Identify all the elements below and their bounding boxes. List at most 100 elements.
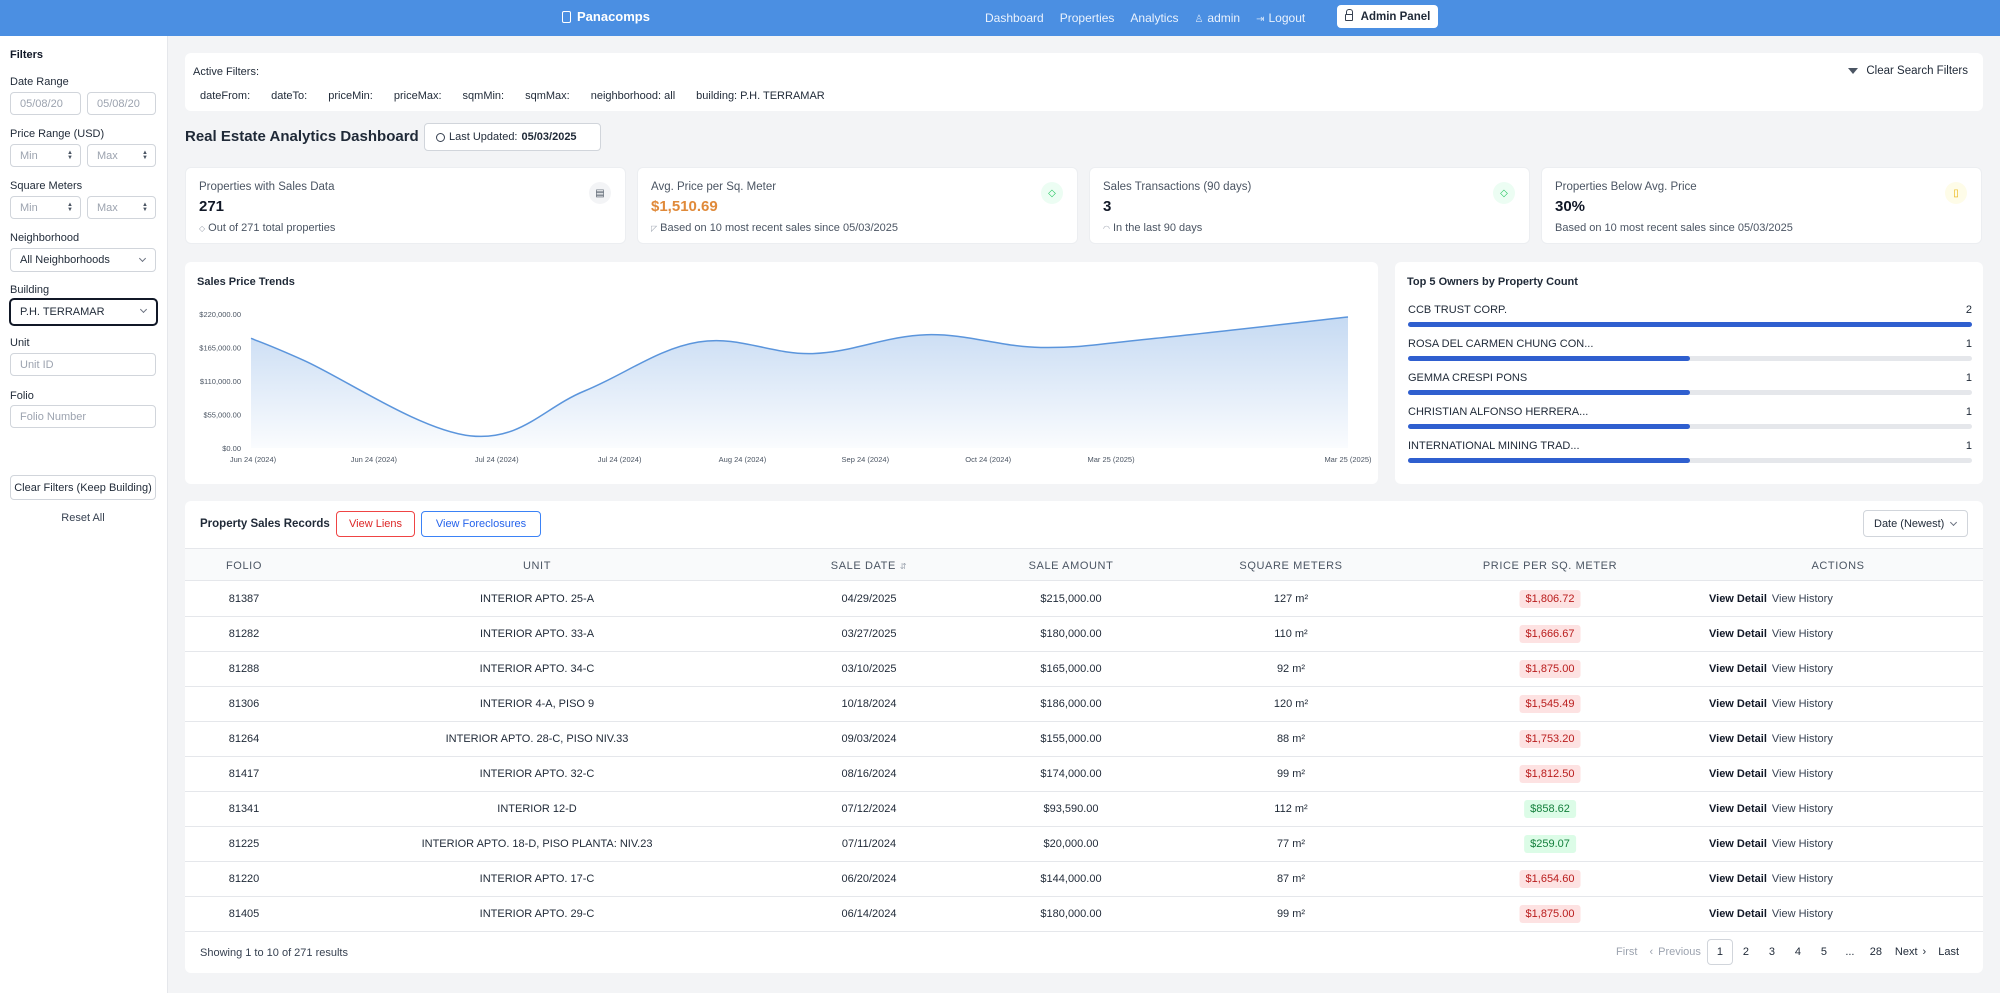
filter-chip[interactable]: priceMax:: [394, 90, 442, 102]
table-row[interactable]: 81288 INTERIOR APTO. 34-C 03/10/2025 $165,0…: [185, 652, 1983, 687]
sort-select[interactable]: Date (Newest): [1863, 510, 1968, 537]
folio-input[interactable]: Folio Number: [10, 405, 156, 428]
cell-sale-date: 09/03/2024: [841, 733, 897, 745]
nav-dashboard[interactable]: Dashboard: [985, 11, 1044, 25]
view-foreclosures-button[interactable]: View Foreclosures: [421, 511, 541, 537]
owner-row[interactable]: CCB TRUST CORP. 2: [1408, 304, 1972, 334]
view-detail-link[interactable]: View Detail: [1709, 593, 1767, 605]
pager-page-4[interactable]: 4: [1785, 939, 1811, 965]
sqm-max-input[interactable]: Max ▲ ▼: [87, 196, 156, 219]
owner-row[interactable]: ROSA DEL CARMEN CHUNG CON... 1: [1408, 338, 1972, 368]
pager-page-5[interactable]: 5: [1811, 939, 1837, 965]
neighborhood-select[interactable]: All Neighborhoods: [10, 248, 156, 272]
view-detail-link[interactable]: View Detail: [1709, 873, 1767, 885]
view-detail-link[interactable]: View Detail: [1709, 733, 1767, 745]
list-icon: ▤: [589, 182, 611, 204]
price-max-input[interactable]: Max ▲ ▼: [87, 144, 156, 167]
view-detail-link[interactable]: View Detail: [1709, 663, 1767, 675]
view-detail-link[interactable]: View Detail: [1709, 768, 1767, 780]
table-row[interactable]: 81417 INTERIOR APTO. 32-C 08/16/2024 $174,0…: [185, 757, 1983, 792]
pager-previous[interactable]: ‹ Previous: [1643, 939, 1706, 965]
view-history-link[interactable]: View History: [1772, 768, 1833, 780]
nav-user[interactable]: ♙ admin: [1194, 11, 1240, 25]
brand[interactable]: Panacomps: [562, 9, 650, 24]
nav-logout[interactable]: ⇥ Logout: [1256, 11, 1305, 25]
table-row[interactable]: 81225 INTERIOR APTO. 18-D, PISO PLANTA: N…: [185, 827, 1983, 862]
filter-chip[interactable]: priceMin:: [328, 90, 373, 102]
table-row[interactable]: 81387 INTERIOR APTO. 25-A 04/29/2025 $215,0…: [185, 582, 1983, 617]
view-detail-link[interactable]: View Detail: [1709, 628, 1767, 640]
pager-next[interactable]: Next ›: [1889, 939, 1932, 965]
pager-page-2[interactable]: 2: [1733, 939, 1759, 965]
pager-page-3[interactable]: 3: [1759, 939, 1785, 965]
document-icon: ▯: [1945, 182, 1967, 204]
stepper-icon[interactable]: ▲ ▼: [67, 150, 73, 161]
table-row[interactable]: 81282 INTERIOR APTO. 33-A 03/27/2025 $180,0…: [185, 617, 1983, 652]
stat-card-below-avg: Properties Below Avg. Price 30% Based on…: [1541, 167, 1982, 244]
view-detail-link[interactable]: View Detail: [1709, 803, 1767, 815]
column-header-square-meters[interactable]: SQUARE METERS: [1239, 560, 1342, 572]
sqm-min-input[interactable]: Min ▲ ▼: [10, 196, 81, 219]
pager-last[interactable]: Last: [1932, 939, 1965, 965]
view-detail-link[interactable]: View Detail: [1709, 838, 1767, 850]
price-min-input[interactable]: Min ▲ ▼: [10, 144, 81, 167]
building-select[interactable]: P.H. TERRAMAR: [9, 298, 158, 326]
column-header-sale-date-label: SALE DATE: [830, 560, 896, 572]
date-from-input[interactable]: 05/08/20: [10, 92, 81, 115]
pager-first[interactable]: First: [1610, 939, 1643, 965]
folio-label: Folio: [10, 390, 34, 402]
owner-count: 1: [1965, 338, 1972, 350]
cell-square-meters: 120 m²: [1273, 698, 1309, 710]
table-row[interactable]: 81220 INTERIOR APTO. 17-C 06/20/2024 $144,0…: [185, 862, 1983, 897]
view-history-link[interactable]: View History: [1772, 873, 1833, 885]
sort-icon[interactable]: ⇵: [900, 562, 907, 571]
admin-panel-button[interactable]: Admin Panel: [1337, 5, 1438, 28]
stepper-icon[interactable]: ▲ ▼: [67, 202, 73, 213]
reset-all-link[interactable]: Reset All: [10, 512, 156, 524]
tag-icon: ◇: [199, 224, 206, 233]
view-liens-button[interactable]: View Liens: [336, 511, 415, 537]
owner-row[interactable]: CHRISTIAN ALFONSO HERRERA... 1: [1408, 406, 1972, 436]
filter-chip[interactable]: building: P.H. TERRAMAR: [696, 90, 825, 102]
view-history-link[interactable]: View History: [1772, 908, 1833, 920]
stepper-icon[interactable]: ▲ ▼: [142, 150, 148, 161]
filter-chip[interactable]: neighborhood: all: [591, 90, 675, 102]
pager-page-28[interactable]: 28: [1863, 939, 1889, 965]
view-history-link[interactable]: View History: [1772, 628, 1833, 640]
column-header-price-per-sqm[interactable]: PRICE PER SQ. METER: [1483, 560, 1617, 572]
view-detail-link[interactable]: View Detail: [1709, 698, 1767, 710]
column-header-folio[interactable]: FOLIO: [226, 560, 262, 572]
view-history-link[interactable]: View History: [1772, 803, 1833, 815]
table-row[interactable]: 81341 INTERIOR 12-D 07/12/2024 $93,590.00 11…: [185, 792, 1983, 827]
unit-label: Unit: [10, 337, 30, 349]
view-detail-link[interactable]: View Detail: [1709, 908, 1767, 920]
owner-row[interactable]: GEMMA CRESPI PONS 1: [1408, 372, 1972, 402]
stepper-icon[interactable]: ▲ ▼: [142, 202, 148, 213]
table-row[interactable]: 81264 INTERIOR APTO. 28-C, PISO NIV.33 09/…: [185, 722, 1983, 757]
view-history-link[interactable]: View History: [1772, 698, 1833, 710]
view-history-link[interactable]: View History: [1772, 733, 1833, 745]
column-header-sale-date[interactable]: SALE DATE ⇵: [831, 560, 907, 572]
clear-filters-button[interactable]: Clear Filters (Keep Building): [10, 475, 156, 500]
unit-input[interactable]: Unit ID: [10, 353, 156, 376]
column-header-sale-amount[interactable]: SALE AMOUNT: [1029, 560, 1114, 572]
pager-page-1[interactable]: 1: [1706, 939, 1733, 965]
clear-search-filters-button[interactable]: Clear Search Filters: [1848, 65, 1968, 77]
view-history-link[interactable]: View History: [1772, 593, 1833, 605]
filter-chip[interactable]: sqmMax:: [525, 90, 570, 102]
cell-unit: INTERIOR 4-A, PISO 9: [479, 698, 595, 710]
nav-analytics[interactable]: Analytics: [1130, 11, 1178, 25]
nav-properties[interactable]: Properties: [1060, 11, 1115, 25]
date-to-input[interactable]: 05/08/20: [87, 92, 156, 115]
view-history-link[interactable]: View History: [1772, 838, 1833, 850]
filter-chip[interactable]: sqmMin:: [463, 90, 505, 102]
table-row[interactable]: 81405 INTERIOR APTO. 29-C 06/14/2024 $180,0…: [185, 897, 1983, 932]
table-row[interactable]: 81306 INTERIOR 4-A, PISO 9 10/18/2024 $186,…: [185, 687, 1983, 722]
filter-chip[interactable]: dateFrom:: [200, 90, 250, 102]
owner-row[interactable]: INTERNATIONAL MINING TRAD... 1: [1408, 440, 1972, 470]
cell-folio: 81220: [228, 873, 260, 885]
owner-bar-track: [1408, 322, 1972, 327]
view-history-link[interactable]: View History: [1772, 663, 1833, 675]
column-header-unit[interactable]: UNIT: [523, 560, 551, 572]
filter-chip[interactable]: dateTo:: [271, 90, 307, 102]
